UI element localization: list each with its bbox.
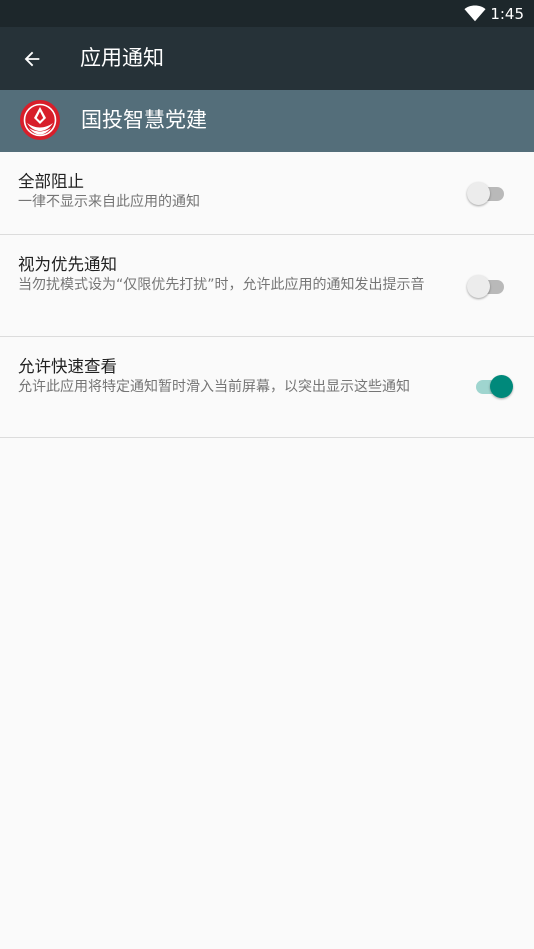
setting-text: 允许快速查看 允许此应用将特定通知暂时滑入当前屏幕，以突出显示这些通知 xyxy=(18,356,458,396)
status-bar: 1:45 xyxy=(0,0,534,27)
toolbar: 应用通知 xyxy=(0,27,534,90)
setting-text: 全部阻止 一律不显示来自此应用的通知 xyxy=(18,171,458,211)
switch-thumb xyxy=(467,182,490,205)
back-button[interactable] xyxy=(12,39,52,79)
setting-peek[interactable]: 允许快速查看 允许此应用将特定通知暂时滑入当前屏幕，以突出显示这些通知 xyxy=(0,337,534,438)
block-all-switch[interactable] xyxy=(467,182,507,206)
notification-settings-list: 全部阻止 一律不显示来自此应用的通知 视为优先通知 当勿扰模式设为“仅限优先打扰… xyxy=(0,152,534,438)
setting-text: 视为优先通知 当勿扰模式设为“仅限优先打扰”时，允许此应用的通知发出提示音 xyxy=(18,254,458,294)
page-title: 应用通知 xyxy=(80,46,164,70)
switch-thumb xyxy=(467,275,490,298)
priority-switch[interactable] xyxy=(467,275,507,299)
switch-thumb xyxy=(490,375,513,398)
setting-summary: 当勿扰模式设为“仅限优先打扰”时，允许此应用的通知发出提示音 xyxy=(18,277,425,293)
wifi-icon xyxy=(464,5,486,22)
setting-priority[interactable]: 视为优先通知 当勿扰模式设为“仅限优先打扰”时，允许此应用的通知发出提示音 xyxy=(0,235,534,337)
setting-label: 全部阻止 xyxy=(18,172,84,191)
setting-summary: 一律不显示来自此应用的通知 xyxy=(18,194,200,210)
app-logo-icon xyxy=(20,100,60,140)
app-header: 国投智慧党建 xyxy=(0,90,534,152)
setting-label: 允许快速查看 xyxy=(18,357,117,376)
setting-label: 视为优先通知 xyxy=(18,255,117,274)
status-time: 1:45 xyxy=(490,5,524,23)
arrow-back-icon xyxy=(24,51,40,67)
app-name: 国投智慧党建 xyxy=(81,108,207,132)
setting-block-all[interactable]: 全部阻止 一律不显示来自此应用的通知 xyxy=(0,152,534,235)
setting-summary: 允许此应用将特定通知暂时滑入当前屏幕，以突出显示这些通知 xyxy=(18,379,410,395)
peek-switch[interactable] xyxy=(473,375,513,399)
